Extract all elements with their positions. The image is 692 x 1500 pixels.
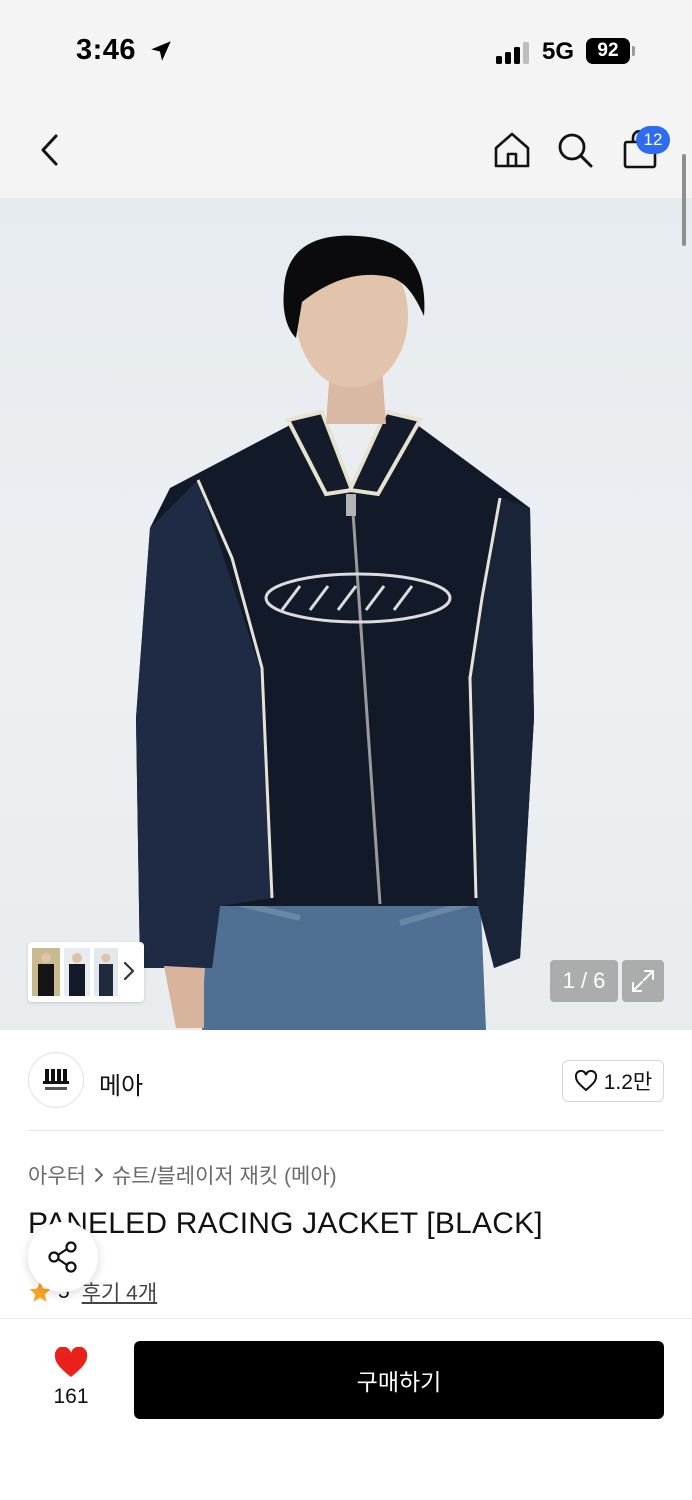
chevron-right-icon	[94, 1168, 103, 1182]
expand-icon	[632, 970, 654, 992]
thumbnail-strip[interactable]	[28, 942, 144, 1002]
breadcrumb-category[interactable]: 아우터	[28, 1160, 86, 1190]
brand-logo[interactable]	[28, 1052, 84, 1108]
network-label: 5G	[542, 38, 575, 65]
review-link[interactable]: 후기 4개	[82, 1277, 157, 1307]
buy-button[interactable]: 구매하기	[134, 1341, 664, 1419]
brand-name[interactable]: 메아	[99, 1066, 143, 1101]
wishlist-count: 161	[53, 1385, 89, 1408]
heart-outline-icon	[574, 1070, 597, 1092]
thumbnail-image	[64, 948, 90, 996]
battery-tip	[632, 46, 635, 56]
brand-like-count: 1.2만	[603, 1071, 653, 1094]
brand-like-button[interactable]: 1.2만	[562, 1060, 664, 1102]
signal-icon	[496, 42, 529, 64]
wishlist-button[interactable]: 161	[40, 1347, 102, 1417]
thumbnail-image	[32, 948, 60, 996]
image-counter: 1 / 6	[550, 960, 618, 1002]
battery-indicator: 92	[586, 38, 630, 64]
product-image[interactable]	[0, 198, 692, 1030]
share-icon	[48, 1241, 77, 1273]
location-arrow-icon	[151, 41, 171, 61]
status-bar: 3:46 5G 92	[0, 0, 692, 100]
back-button[interactable]	[28, 126, 72, 174]
expand-button[interactable]	[622, 960, 664, 1002]
search-button[interactable]	[553, 126, 597, 174]
home-button[interactable]	[490, 126, 534, 174]
thumbnail-image	[94, 948, 118, 996]
cart-count-badge: 12	[636, 126, 670, 154]
breadcrumb-subcategory[interactable]: 슈트/블레이저 재킷 (메아)	[112, 1160, 337, 1190]
nav-bar	[0, 100, 692, 198]
product-title: PANELED RACING JACKET [BLACK]	[28, 1207, 543, 1240]
breadcrumb: 아우터 슈트/블레이저 재킷 (메아)	[28, 1160, 337, 1190]
scroll-indicator	[682, 154, 686, 246]
back-icon	[41, 134, 58, 166]
chevron-right-icon	[123, 961, 135, 981]
divider	[28, 1130, 664, 1131]
heart-filled-icon	[54, 1347, 88, 1377]
share-button[interactable]	[28, 1222, 98, 1292]
brand-logo-mark	[43, 1069, 69, 1090]
search-icon	[558, 133, 593, 168]
brand-row: 메아 1.2만	[0, 1030, 692, 1130]
status-time: 3:46	[76, 34, 137, 66]
model-photo	[136, 235, 534, 1030]
bottom-action-bar: 161 구매하기	[0, 1318, 692, 1500]
home-icon	[494, 132, 530, 168]
